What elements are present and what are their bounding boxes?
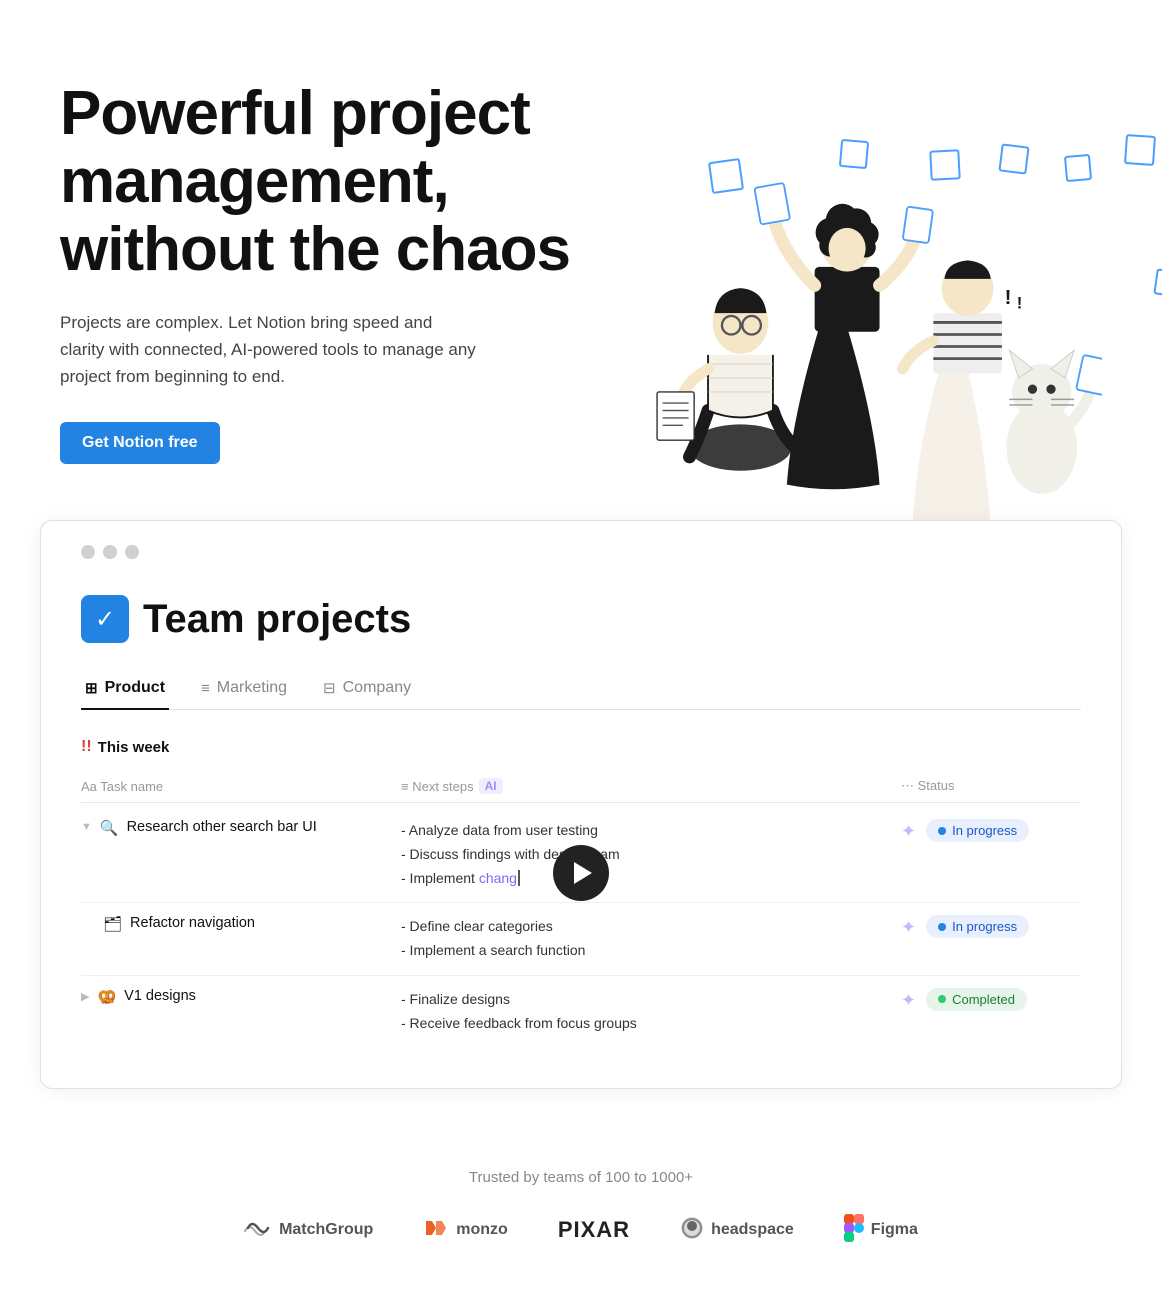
tab-product-icon: ⊞	[85, 679, 98, 697]
status-label-1: In progress	[952, 823, 1017, 838]
headspace-icon	[680, 1216, 704, 1245]
task-name-2: 🗂 Refactor navigation	[81, 915, 401, 933]
window-dot-green	[125, 545, 139, 559]
expand-icon-3[interactable]: ▶	[81, 990, 89, 1003]
tab-marketing-label: Marketing	[217, 679, 287, 697]
trusted-label: Trusted by teams of 100 to 1000+	[60, 1169, 1102, 1186]
hero-subtitle: Projects are complex. Let Notion bring s…	[60, 309, 480, 391]
matchgroup-label: MatchGroup	[279, 1221, 373, 1239]
section-header: !! This week	[81, 738, 1081, 756]
status-label-3: Completed	[952, 992, 1015, 1007]
tabs-bar: ⊞ Product ≡ Marketing ⊟ Company	[81, 671, 1081, 710]
task-steps-3: - Finalize designs - Receive feedback fr…	[401, 988, 901, 1036]
task-status-2: ✦ In progress	[901, 915, 1081, 938]
status-dot-1	[938, 827, 946, 835]
headspace-label: headspace	[711, 1221, 794, 1239]
hero-illustration: ! !	[620, 60, 1102, 520]
window-dot-yellow	[103, 545, 117, 559]
task-name-3: ▶ 🥨 V1 designs	[81, 988, 401, 1006]
window-dot-red	[81, 545, 95, 559]
col-nextsteps-header: ≡ Next steps AI	[401, 778, 901, 794]
task-status-3: ✦ Completed	[901, 988, 1081, 1011]
trusted-section: Trusted by teams of 100 to 1000+ MatchGr…	[0, 1129, 1162, 1297]
cursor-1	[518, 870, 524, 886]
table-header-row: Aa Task name ≡ Next steps AI ⋯ Status	[81, 770, 1081, 803]
ai-sparkle-2: ✦	[901, 917, 916, 938]
warning-icon: !!	[81, 738, 92, 756]
play-button[interactable]	[553, 845, 609, 901]
ai-sparkle-1: ✦	[901, 821, 916, 842]
logo-row: MatchGroup monzo PIXAR	[60, 1214, 1102, 1247]
ai-badge: AI	[479, 778, 503, 794]
task-steps-2: - Define clear categories - Implement a …	[401, 915, 901, 963]
task-steps-1: - Analyze data from user testing - Discu…	[401, 819, 901, 890]
tab-marketing-icon: ≡	[201, 680, 210, 697]
tab-company[interactable]: ⊟ Company	[319, 671, 415, 709]
status-header-label: ⋯ Status	[901, 778, 954, 794]
task-emoji-3: 🥨	[97, 988, 116, 1006]
figma-label: Figma	[871, 1221, 918, 1239]
monzo-icon	[423, 1217, 449, 1244]
monzo-label: monzo	[456, 1221, 508, 1239]
app-window: ✓ Team projects ⊞ Product ≡ Marketing ⊟ …	[40, 520, 1122, 1089]
app-window-container: ✓ Team projects ⊞ Product ≡ Marketing ⊟ …	[0, 520, 1162, 1089]
float-square-8	[1153, 268, 1162, 297]
highlight-text-1: chang	[479, 870, 517, 886]
svg-text:!: !	[1017, 294, 1023, 313]
project-icon: ✓	[81, 595, 129, 643]
project-title: Team projects	[143, 597, 411, 642]
figma-icon	[844, 1214, 864, 1247]
task-label-2: Refactor navigation	[130, 915, 255, 931]
logo-matchgroup: MatchGroup	[244, 1217, 373, 1244]
col-taskname-header: Aa Task name	[81, 778, 401, 794]
section-label: This week	[98, 739, 170, 756]
svg-text:!: !	[1005, 287, 1012, 309]
task-label-1: Research other search bar UI	[127, 819, 317, 835]
tab-product[interactable]: ⊞ Product	[81, 671, 169, 709]
hero-text-block: Powerful project management, without the…	[60, 60, 620, 464]
window-controls	[81, 545, 1081, 559]
hero-section: Powerful project management, without the…	[0, 0, 1162, 520]
status-badge-1: In progress	[926, 819, 1029, 842]
logo-pixar: PIXAR	[558, 1217, 630, 1243]
ai-sparkle-3: ✦	[901, 990, 916, 1011]
tab-marketing[interactable]: ≡ Marketing	[197, 671, 291, 709]
cta-button[interactable]: Get Notion free	[60, 422, 220, 464]
status-label-2: In progress	[952, 919, 1017, 934]
taskname-header-label: Aa Task name	[81, 779, 163, 794]
task-emoji-1: 🔍	[100, 819, 119, 837]
task-status-1: ✦ In progress	[901, 819, 1081, 842]
logo-monzo: monzo	[423, 1217, 508, 1244]
float-square-6	[1124, 134, 1156, 166]
table-row: 🗂 Refactor navigation - Define clear cat…	[81, 903, 1081, 976]
tab-product-label: Product	[105, 679, 165, 697]
table-row: ▶ 🥨 V1 designs - Finalize designs - Rece…	[81, 976, 1081, 1048]
logo-figma: Figma	[844, 1214, 918, 1247]
task-name-1: ▼ 🔍 Research other search bar UI	[81, 819, 401, 837]
task-emoji-2: 🗂	[103, 915, 122, 933]
matchgroup-icon	[244, 1217, 272, 1244]
expand-icon-1[interactable]: ▼	[81, 821, 92, 833]
project-header: ✓ Team projects	[81, 595, 1081, 643]
col-status-header: ⋯ Status	[901, 778, 1081, 794]
task-label-3: V1 designs	[124, 988, 196, 1004]
status-dot-2	[938, 923, 946, 931]
tab-company-label: Company	[343, 679, 411, 697]
status-dot-3	[938, 995, 946, 1003]
logo-headspace: headspace	[680, 1216, 794, 1245]
pixar-label: PIXAR	[558, 1217, 630, 1243]
tab-company-icon: ⊟	[323, 679, 336, 697]
nextsteps-header-label: ≡ Next steps	[401, 779, 474, 794]
status-badge-3: Completed	[926, 988, 1027, 1011]
expand-icon-2	[81, 917, 95, 929]
hero-title: Powerful project management, without the…	[60, 80, 620, 285]
status-badge-2: In progress	[926, 915, 1029, 938]
hero-characters-svg: ! !	[620, 60, 1102, 520]
